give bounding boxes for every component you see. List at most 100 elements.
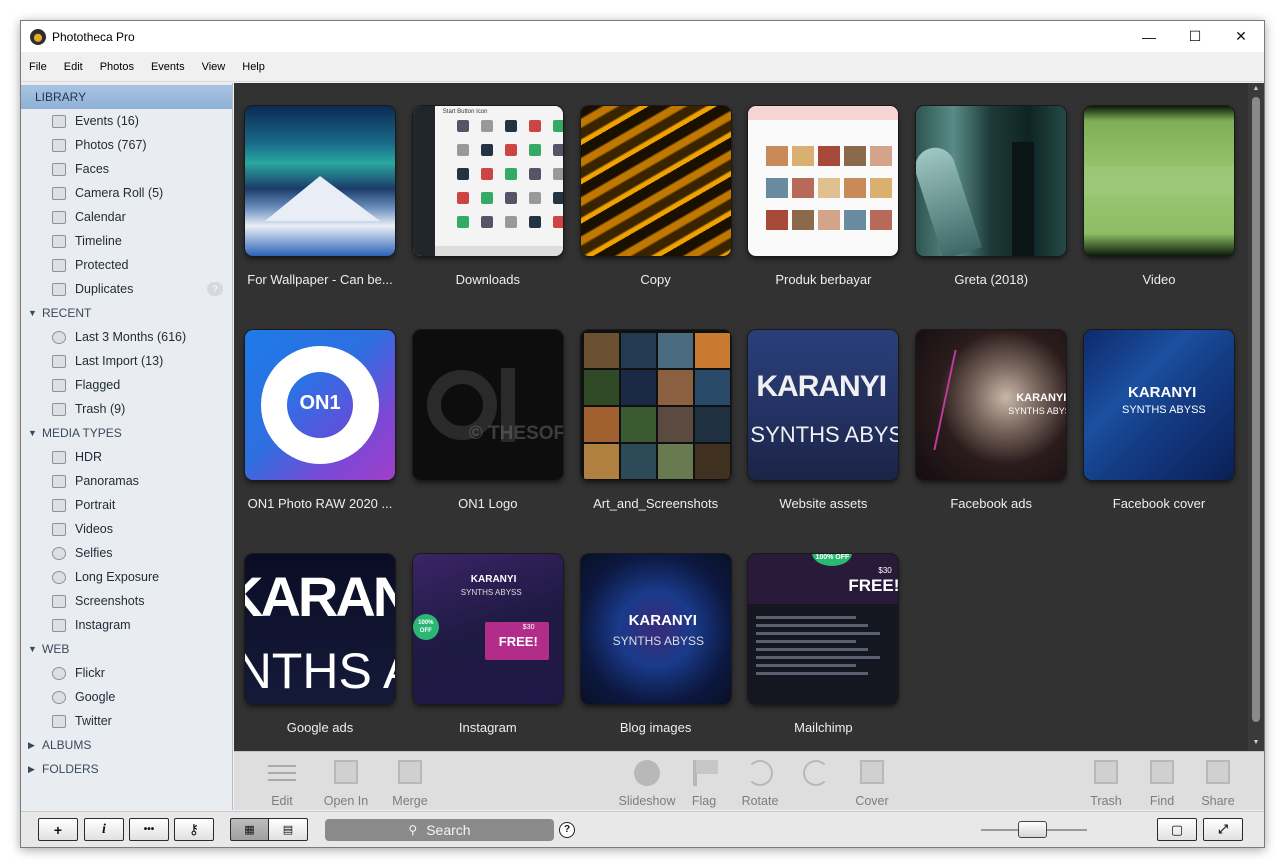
album-tile[interactable]: Video: [1084, 106, 1234, 287]
zoom-slider-thumb[interactable]: [1018, 821, 1047, 838]
sidebar-item-trash[interactable]: Trash (9): [21, 397, 232, 421]
expand-arrow-icon[interactable]: ▶: [28, 740, 42, 751]
album-tile[interactable]: KARANYI SYNTHS ABYSS Facebook cover: [1084, 330, 1234, 511]
close-button[interactable]: ✕: [1218, 21, 1264, 52]
collapse-arrow-icon[interactable]: ▼: [28, 644, 42, 654]
album-tile[interactable]: KARANYI SYNTHS ABYSS FREE! $30 100% OFF Insta…: [412, 554, 563, 735]
album-thumbnail[interactable]: KARANYI SYNTHS ABYSS FREE! $30 100% OFF: [412, 554, 563, 704]
sidebar-item-selfie[interactable]: Selfies: [21, 541, 232, 565]
sidebar-item-twitter[interactable]: Twitter: [21, 709, 232, 733]
single-view-icon[interactable]: ▢: [1157, 818, 1197, 841]
sidebar-item-flickr[interactable]: Flickr: [21, 661, 232, 685]
section-header-albums[interactable]: ▶ ALBUMS: [21, 733, 232, 757]
sidebar-item-duplicates[interactable]: Duplicates?: [21, 277, 232, 301]
list-view-icon[interactable]: ▤: [268, 818, 308, 841]
album-thumbnail[interactable]: [580, 330, 731, 480]
album-tile[interactable]: Copy: [580, 106, 731, 287]
album-thumbnail[interactable]: KARANYI SYNTHS ABYSS: [1084, 330, 1234, 480]
sidebar-item-protected[interactable]: Protected: [21, 253, 232, 277]
album-tile[interactable]: ON1 ON1 Photo RAW 2020 ...: [245, 330, 395, 511]
album-thumbnail[interactable]: KARANYI SYNTHS ABYSS: [245, 554, 395, 704]
toolbar-flag-button[interactable]: Flag: [674, 760, 734, 808]
section-header-web[interactable]: ▼ WEB: [21, 637, 232, 661]
album-tile[interactable]: KARANYI SYNTHS ABYSS Google ads: [245, 554, 395, 735]
album-tile[interactable]: KARANYI SYNTHS ABYSS Blog images: [580, 554, 731, 735]
album-tile[interactable]: Greta (2018): [916, 106, 1067, 287]
album-thumbnail[interactable]: [916, 106, 1067, 256]
menu-edit[interactable]: Edit: [64, 61, 83, 73]
scroll-down-icon[interactable]: ▼: [1251, 739, 1261, 746]
sidebar-item-calendar[interactable]: Calendar: [21, 205, 232, 229]
album-tile[interactable]: KARANYI SYNTHS ABYSS Facebook ads: [916, 330, 1067, 511]
album-thumbnail[interactable]: Start Button Icon: [412, 106, 563, 256]
sidebar-item-portrait[interactable]: Portrait: [21, 493, 232, 517]
help-icon[interactable]: ?: [559, 822, 575, 838]
album-tile[interactable]: Art_and_Screenshots: [580, 330, 731, 511]
album-tile[interactable]: KARANYI SYNTHS ABYSS Website assets: [748, 330, 899, 511]
album-tile[interactable]: FREE! $30 100% OFF Mailchimp: [748, 554, 899, 735]
sidebar-item-camera-roll[interactable]: Camera Roll (5): [21, 181, 232, 205]
collapse-arrow-icon[interactable]: ▼: [28, 308, 42, 318]
album-thumbnail[interactable]: [580, 106, 731, 256]
more-button[interactable]: •••: [129, 818, 169, 841]
scroll-up-icon[interactable]: ▲: [1251, 85, 1261, 92]
album-thumbnail[interactable]: FREE! $30 100% OFF: [748, 554, 899, 704]
menu-view[interactable]: View: [202, 61, 226, 73]
grid-view-icon[interactable]: ▦: [230, 818, 268, 841]
sidebar-item-google[interactable]: Google: [21, 685, 232, 709]
album-thumbnail[interactable]: [1084, 106, 1234, 256]
collapse-arrow-icon[interactable]: ▼: [28, 428, 42, 438]
album-thumbnail[interactable]: KARANYI SYNTHS ABYSS: [748, 330, 899, 480]
toolbar-trash-button[interactable]: Trash: [1076, 760, 1136, 808]
album-thumbnail[interactable]: ON1: [245, 330, 395, 480]
maximize-button[interactable]: ☐: [1172, 21, 1218, 52]
key-button[interactable]: ⚷: [174, 818, 214, 841]
menu-photos[interactable]: Photos: [100, 61, 134, 73]
sidebar-item-video[interactable]: Videos: [21, 517, 232, 541]
album-tile[interactable]: Start Button Icon Downloads: [412, 106, 563, 287]
toolbar-share-button[interactable]: Share: [1188, 760, 1248, 808]
sidebar-item-timeline[interactable]: Timeline: [21, 229, 232, 253]
sidebar-item-clock[interactable]: Last 3 Months (616): [21, 325, 232, 349]
album-thumbnail[interactable]: KARANYI SYNTHS ABYSS: [916, 330, 1067, 480]
sidebar-item-faces[interactable]: Faces: [21, 157, 232, 181]
fullscreen-icon[interactable]: ⤢: [1203, 818, 1243, 841]
expand-arrow-icon[interactable]: ▶: [28, 764, 42, 775]
menu-events[interactable]: Events: [151, 61, 185, 73]
toolbar-find-button[interactable]: Find: [1132, 760, 1192, 808]
minimize-button[interactable]: —: [1126, 21, 1172, 52]
section-header-media-types[interactable]: ▼ MEDIA TYPES: [21, 421, 232, 445]
album-thumbnail[interactable]: [748, 106, 899, 256]
menu-file[interactable]: File: [29, 61, 47, 73]
toolbar-edit-button[interactable]: Edit: [252, 760, 312, 808]
sidebar-item-screenshot[interactable]: Screenshots: [21, 589, 232, 613]
toolbar-open-in-button[interactable]: Open In: [316, 760, 376, 808]
toolbar-merge-button[interactable]: Merge: [380, 760, 440, 808]
toolbar-slideshow-button[interactable]: Slideshow: [617, 760, 677, 808]
section-header-library[interactable]: LIBRARY: [21, 85, 232, 109]
album-tile[interactable]: For Wallpaper - Can be...: [245, 106, 395, 287]
toolbar-cover-button[interactable]: Cover: [842, 760, 902, 808]
sidebar-item-panorama[interactable]: Panoramas: [21, 469, 232, 493]
album-thumbnail[interactable]: KARANYI SYNTHS ABYSS: [580, 554, 731, 704]
sidebar-item-photos[interactable]: Photos (767): [21, 133, 232, 157]
album-tile[interactable]: © THESOFTWARE.SHOP ON1 Logo: [412, 330, 563, 511]
toolbar-rotate-button[interactable]: Rotate: [730, 760, 790, 808]
section-header-recent[interactable]: ▼ RECENT: [21, 301, 232, 325]
add-button[interactable]: +: [38, 818, 78, 841]
toolbar-rotate-right-button[interactable]: [786, 760, 846, 794]
sidebar-item-import[interactable]: Last Import (13): [21, 349, 232, 373]
album-tile[interactable]: Produk berbayar: [748, 106, 899, 287]
sidebar-item-instagram[interactable]: Instagram: [21, 613, 232, 637]
sidebar-item-hdr[interactable]: HDR: [21, 445, 232, 469]
section-header-folders[interactable]: ▶ FOLDERS: [21, 757, 232, 781]
album-thumbnail[interactable]: [245, 106, 395, 256]
sidebar-item-events[interactable]: Events (16): [21, 109, 232, 133]
menu-help[interactable]: Help: [242, 61, 265, 73]
album-thumbnail[interactable]: © THESOFTWARE.SHOP: [412, 330, 563, 480]
sidebar-item-long-exposure[interactable]: Long Exposure: [21, 565, 232, 589]
gallery-scrollbar[interactable]: ▲ ▼: [1248, 83, 1264, 751]
search-input[interactable]: ⚲ Search: [325, 819, 554, 841]
scroll-thumb[interactable]: [1252, 97, 1260, 722]
info-button[interactable]: i: [84, 818, 124, 841]
